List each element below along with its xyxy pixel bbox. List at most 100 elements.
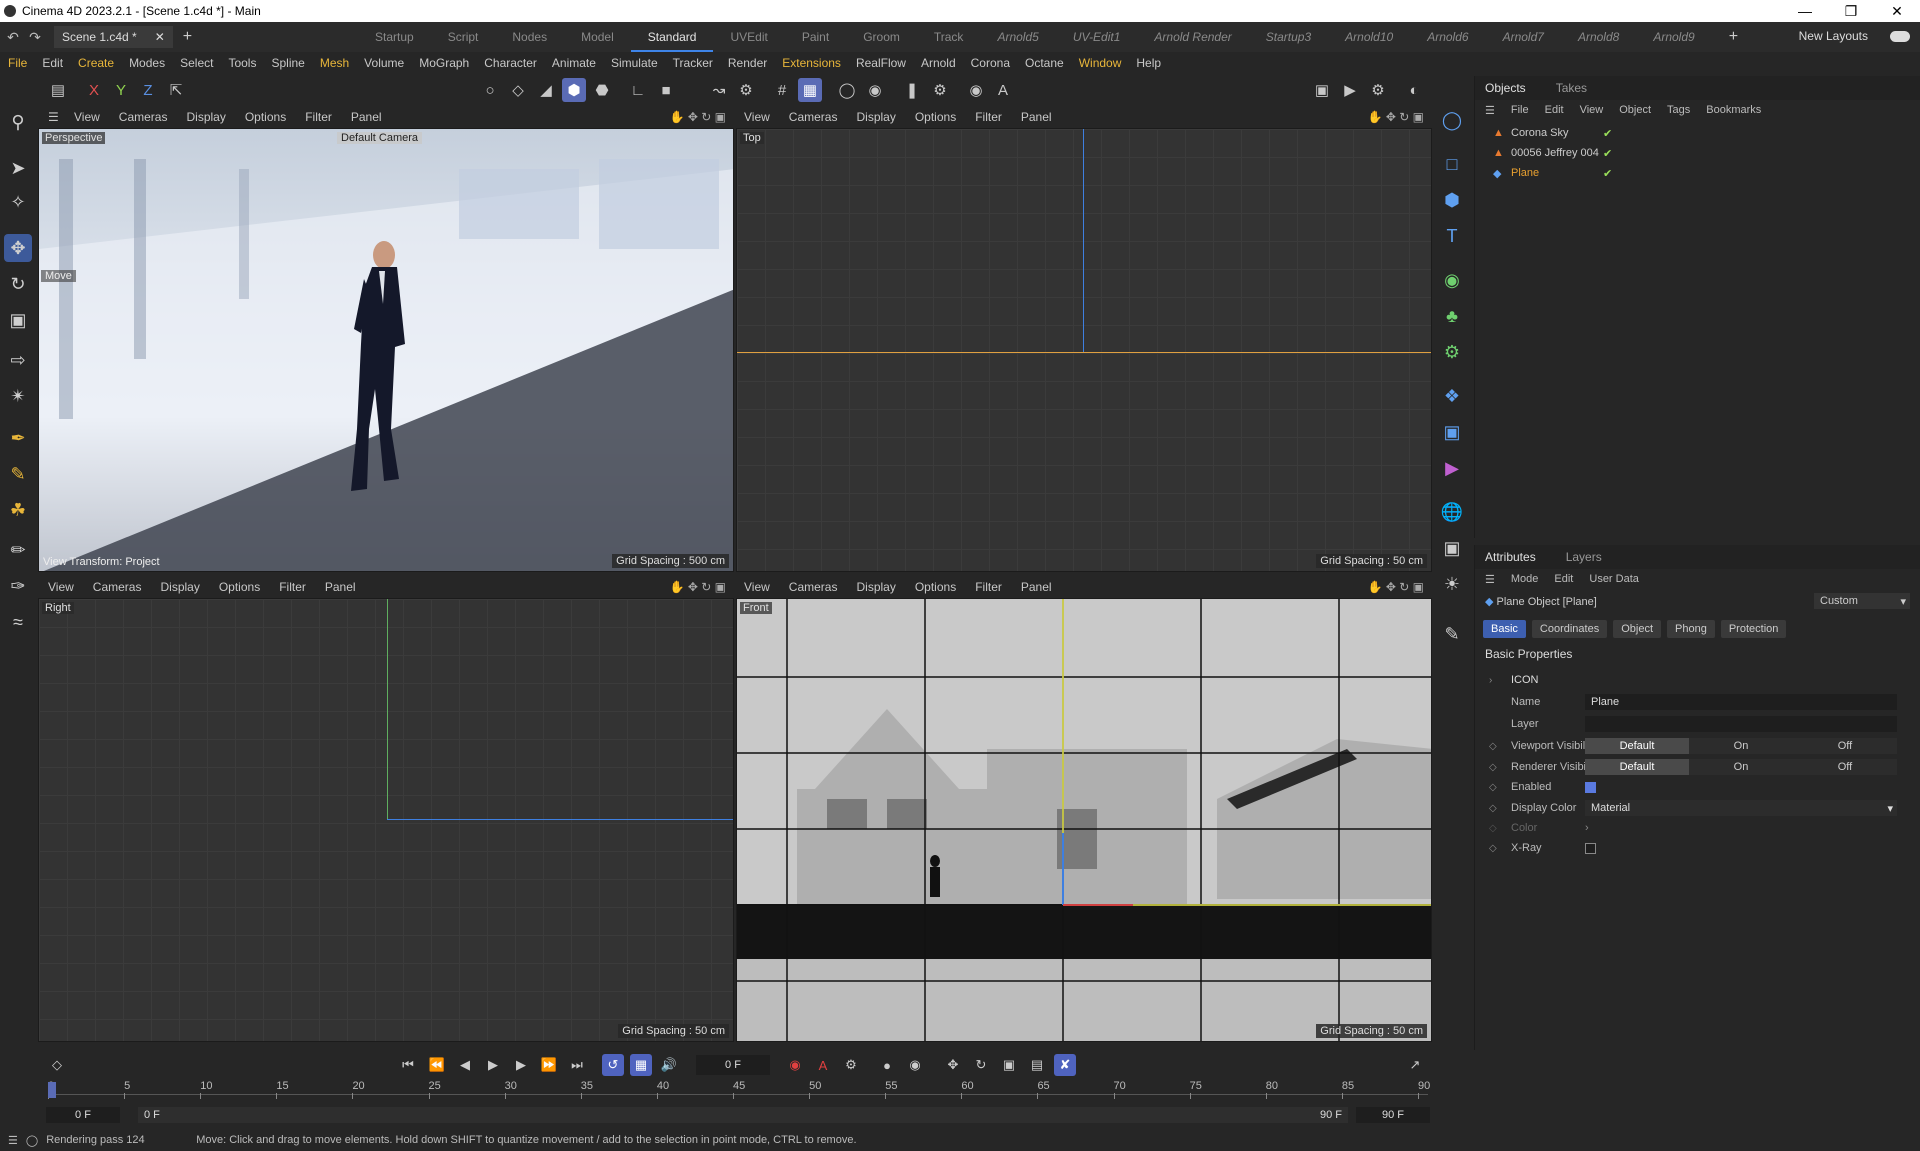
- tab-standard[interactable]: Standard: [630, 22, 714, 52]
- tab-arnold6[interactable]: Arnold6: [1410, 22, 1485, 52]
- timeline-ruler[interactable]: 051015202530354045505560657075808590: [48, 1080, 1430, 1102]
- attr-menu-user-data[interactable]: User Data: [1589, 573, 1639, 585]
- tab-takes[interactable]: Takes: [1556, 81, 1587, 95]
- environment-icon[interactable]: 🌐: [1438, 498, 1466, 526]
- spline-pen-icon[interactable]: ✒: [4, 424, 32, 452]
- asset-browser-icon[interactable]: A: [991, 78, 1015, 102]
- visibility-check-icon[interactable]: ✔: [1603, 167, 1612, 180]
- tab-arnold-render[interactable]: Arnold Render: [1137, 22, 1248, 52]
- maximize-icon[interactable]: ❐: [1828, 0, 1874, 22]
- front-viewport[interactable]: Front Grid Spacing : 50 cm: [736, 598, 1432, 1042]
- subtab-basic[interactable]: Basic: [1483, 620, 1526, 638]
- new-layouts-label[interactable]: New Layouts: [1799, 29, 1868, 43]
- keyframe-diamond-icon[interactable]: ◇: [1489, 782, 1501, 793]
- subtab-object[interactable]: Object: [1613, 620, 1662, 638]
- subtab-protection[interactable]: Protection: [1720, 620, 1787, 638]
- tab-startup3[interactable]: Startup3: [1249, 22, 1328, 52]
- menu-tools[interactable]: Tools: [228, 56, 256, 70]
- object-row-jeffrey[interactable]: ▲ 00056 Jeffrey 004 ✔: [1493, 144, 1612, 162]
- fps-icon[interactable]: ▦: [630, 1054, 652, 1076]
- scale-key-icon[interactable]: ▣: [998, 1054, 1020, 1076]
- search-icon[interactable]: ⚲: [4, 108, 32, 136]
- minimize-icon[interactable]: —: [1782, 0, 1828, 22]
- menu-create[interactable]: Create: [78, 56, 114, 70]
- xray-checkbox[interactable]: [1585, 842, 1596, 854]
- tag-icon[interactable]: ▶: [1438, 454, 1466, 482]
- vp2-menu-view[interactable]: View: [744, 110, 770, 124]
- tab-layers[interactable]: Layers: [1566, 550, 1602, 564]
- tab-nodes[interactable]: Nodes: [495, 22, 564, 52]
- light-icon[interactable]: ☀: [1438, 570, 1466, 598]
- sculpt-icon[interactable]: ✎: [1438, 620, 1466, 648]
- vp1-menu-cameras[interactable]: Cameras: [119, 110, 168, 124]
- coordinate-system-icon[interactable]: ⇱: [164, 78, 188, 102]
- undo-icon[interactable]: ↶: [4, 29, 22, 46]
- menu-realflow[interactable]: RealFlow: [856, 56, 906, 70]
- knife-tool-icon[interactable]: ≈: [4, 608, 32, 636]
- text-icon[interactable]: T: [1438, 222, 1466, 250]
- default-camera-label[interactable]: Default Camera: [337, 132, 423, 144]
- menu-spline[interactable]: Spline: [271, 56, 304, 70]
- tab-arnold8[interactable]: Arnold8: [1561, 22, 1636, 52]
- vp3-menu-cameras[interactable]: Cameras: [93, 580, 142, 594]
- enabled-checkbox[interactable]: [1585, 781, 1596, 793]
- menu-help[interactable]: Help: [1136, 56, 1161, 70]
- menu-animate[interactable]: Animate: [552, 56, 596, 70]
- menu-simulate[interactable]: Simulate: [611, 56, 658, 70]
- viewport-nav-icons[interactable]: ✋ ✥ ↻ ▣: [670, 580, 726, 594]
- renderer-on-option[interactable]: On: [1689, 759, 1793, 775]
- menu-tracker[interactable]: Tracker: [673, 56, 713, 70]
- menu-mograph[interactable]: MoGraph: [419, 56, 469, 70]
- tab-uvedit[interactable]: UVEdit: [713, 22, 784, 52]
- scale-tool-icon[interactable]: ▣: [4, 306, 32, 334]
- tab-arnold7[interactable]: Arnold7: [1486, 22, 1561, 52]
- objects-menu-object[interactable]: Object: [1619, 104, 1651, 116]
- render-to-picture-viewer-icon[interactable]: ▶: [1338, 78, 1362, 102]
- key-settings-icon[interactable]: ⚙: [840, 1054, 862, 1076]
- placement-tool-icon[interactable]: ✴: [4, 382, 32, 410]
- generator-icon[interactable]: ◉: [1438, 266, 1466, 294]
- grid-snap-icon[interactable]: #: [770, 78, 794, 102]
- top-viewport[interactable]: Top Grid Spacing : 50 cm: [736, 128, 1432, 572]
- render-active-view-icon[interactable]: ▣: [1310, 78, 1334, 102]
- current-frame-field[interactable]: 0 F: [696, 1055, 770, 1075]
- attributes-menu-icon[interactable]: ☰: [1485, 573, 1495, 586]
- keyframe-icon[interactable]: ◇: [46, 1054, 68, 1076]
- new-layouts-toggle[interactable]: [1890, 31, 1910, 42]
- objects-menu-edit[interactable]: Edit: [1545, 104, 1564, 116]
- frame-range-slider[interactable]: 0 F 90 F: [138, 1107, 1348, 1123]
- keyframe-selection-icon[interactable]: ●: [876, 1054, 898, 1076]
- start-frame-field[interactable]: 0 F: [46, 1107, 120, 1123]
- workplane-icon[interactable]: ▦: [798, 78, 822, 102]
- move-tool-icon[interactable]: ✥: [4, 234, 32, 262]
- rectangle-icon[interactable]: □: [1438, 150, 1466, 178]
- position-key-icon[interactable]: ✥: [942, 1054, 964, 1076]
- next-key-icon[interactable]: ⏩: [538, 1054, 560, 1076]
- tab-script[interactable]: Script: [431, 22, 496, 52]
- viewport-menu-icon[interactable]: ☰: [48, 110, 62, 124]
- camera-icon[interactable]: ▣: [1438, 534, 1466, 562]
- z-axis-lock-icon[interactable]: Z: [136, 78, 160, 102]
- live-selection-icon[interactable]: ✧: [4, 188, 32, 216]
- tab-model[interactable]: Model: [564, 22, 631, 52]
- add-tab-icon[interactable]: +: [183, 28, 192, 46]
- tab-track[interactable]: Track: [917, 22, 981, 52]
- vp4-menu-cameras[interactable]: Cameras: [789, 580, 838, 594]
- uv-mode-icon[interactable]: ⬣: [590, 78, 614, 102]
- menu-extensions[interactable]: Extensions: [782, 56, 841, 70]
- menu-render[interactable]: Render: [728, 56, 767, 70]
- menu-window[interactable]: Window: [1079, 56, 1122, 70]
- play-icon[interactable]: ▶: [482, 1054, 504, 1076]
- redo-icon[interactable]: ↷: [26, 29, 44, 46]
- autokey-icon[interactable]: A: [812, 1054, 834, 1076]
- attr-menu-edit[interactable]: Edit: [1554, 573, 1573, 585]
- visibility-check-icon[interactable]: ✔: [1603, 147, 1612, 160]
- vp1-menu-panel[interactable]: Panel: [351, 110, 382, 124]
- vp4-menu-filter[interactable]: Filter: [975, 580, 1002, 594]
- vp3-menu-filter[interactable]: Filter: [279, 580, 306, 594]
- record-icon[interactable]: ◉: [784, 1054, 806, 1076]
- tab-arnold5[interactable]: Arnold5: [980, 22, 1055, 52]
- solo-icon[interactable]: ◯: [835, 78, 859, 102]
- cloud-icon[interactable]: ◉: [964, 78, 988, 102]
- vp1-menu-options[interactable]: Options: [245, 110, 286, 124]
